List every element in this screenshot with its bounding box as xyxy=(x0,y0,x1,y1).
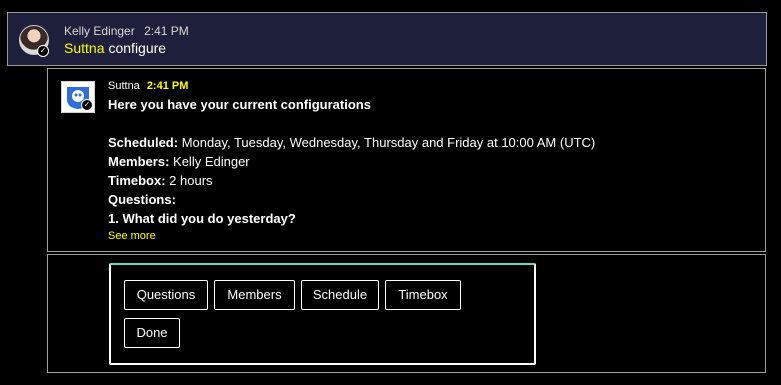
bot-message-header: Suttna 2:41 PM xyxy=(108,80,188,92)
bot-message: ✓ Suttna 2:41 PM Here you have your curre… xyxy=(47,68,766,252)
timebox-button[interactable]: Timebox xyxy=(385,280,461,310)
actions-panel: Questions Members Schedule Timebox Done xyxy=(47,254,766,373)
user-message-header: Kelly Edinger 2:41 PM xyxy=(64,24,189,38)
message-time: 2:41 PM xyxy=(144,24,189,38)
check-circle-icon: ✓ xyxy=(81,99,93,111)
questions-button[interactable]: Questions xyxy=(124,280,208,310)
schedule-button[interactable]: Schedule xyxy=(301,280,379,310)
timebox-label: Timebox: xyxy=(108,173,166,188)
bot-message-time: 2:41 PM xyxy=(146,80,189,92)
configuration-summary: Here you have your current configuration… xyxy=(108,95,595,228)
timebox-row: Timebox: 2 hours xyxy=(108,171,595,190)
bot-name: Suttna xyxy=(108,80,140,92)
check-circle-icon: ✓ xyxy=(37,45,49,57)
scheduled-row: Scheduled: Monday, Tuesday, Wednesday, T… xyxy=(108,133,595,152)
see-more-link[interactable]: See more xyxy=(108,230,156,242)
user-message: ✓ Kelly Edinger 2:41 PM Suttna configure xyxy=(7,12,767,66)
sender-name: Kelly Edinger xyxy=(64,24,135,38)
scheduled-value: Monday, Tuesday, Wednesday, Thursday and… xyxy=(178,135,596,150)
bot-mention[interactable]: Suttna xyxy=(64,40,104,56)
user-message-text: Suttna configure xyxy=(64,40,166,56)
members-button[interactable]: Members xyxy=(214,280,295,310)
command-text: configure xyxy=(108,40,167,56)
action-card: Questions Members Schedule Timebox Done xyxy=(109,263,536,365)
done-button[interactable]: Done xyxy=(124,318,180,348)
members-label: Members: xyxy=(108,154,170,169)
timebox-value: 2 hours xyxy=(165,173,213,188)
question-item: 1. What did you do yesterday? xyxy=(108,211,296,226)
config-heading: Here you have your current configuration… xyxy=(108,97,371,112)
questions-label: Questions: xyxy=(108,192,176,207)
scheduled-label: Scheduled: xyxy=(108,135,179,150)
members-row: Members: Kelly Edinger xyxy=(108,152,595,171)
members-value: Kelly Edinger xyxy=(169,154,250,169)
